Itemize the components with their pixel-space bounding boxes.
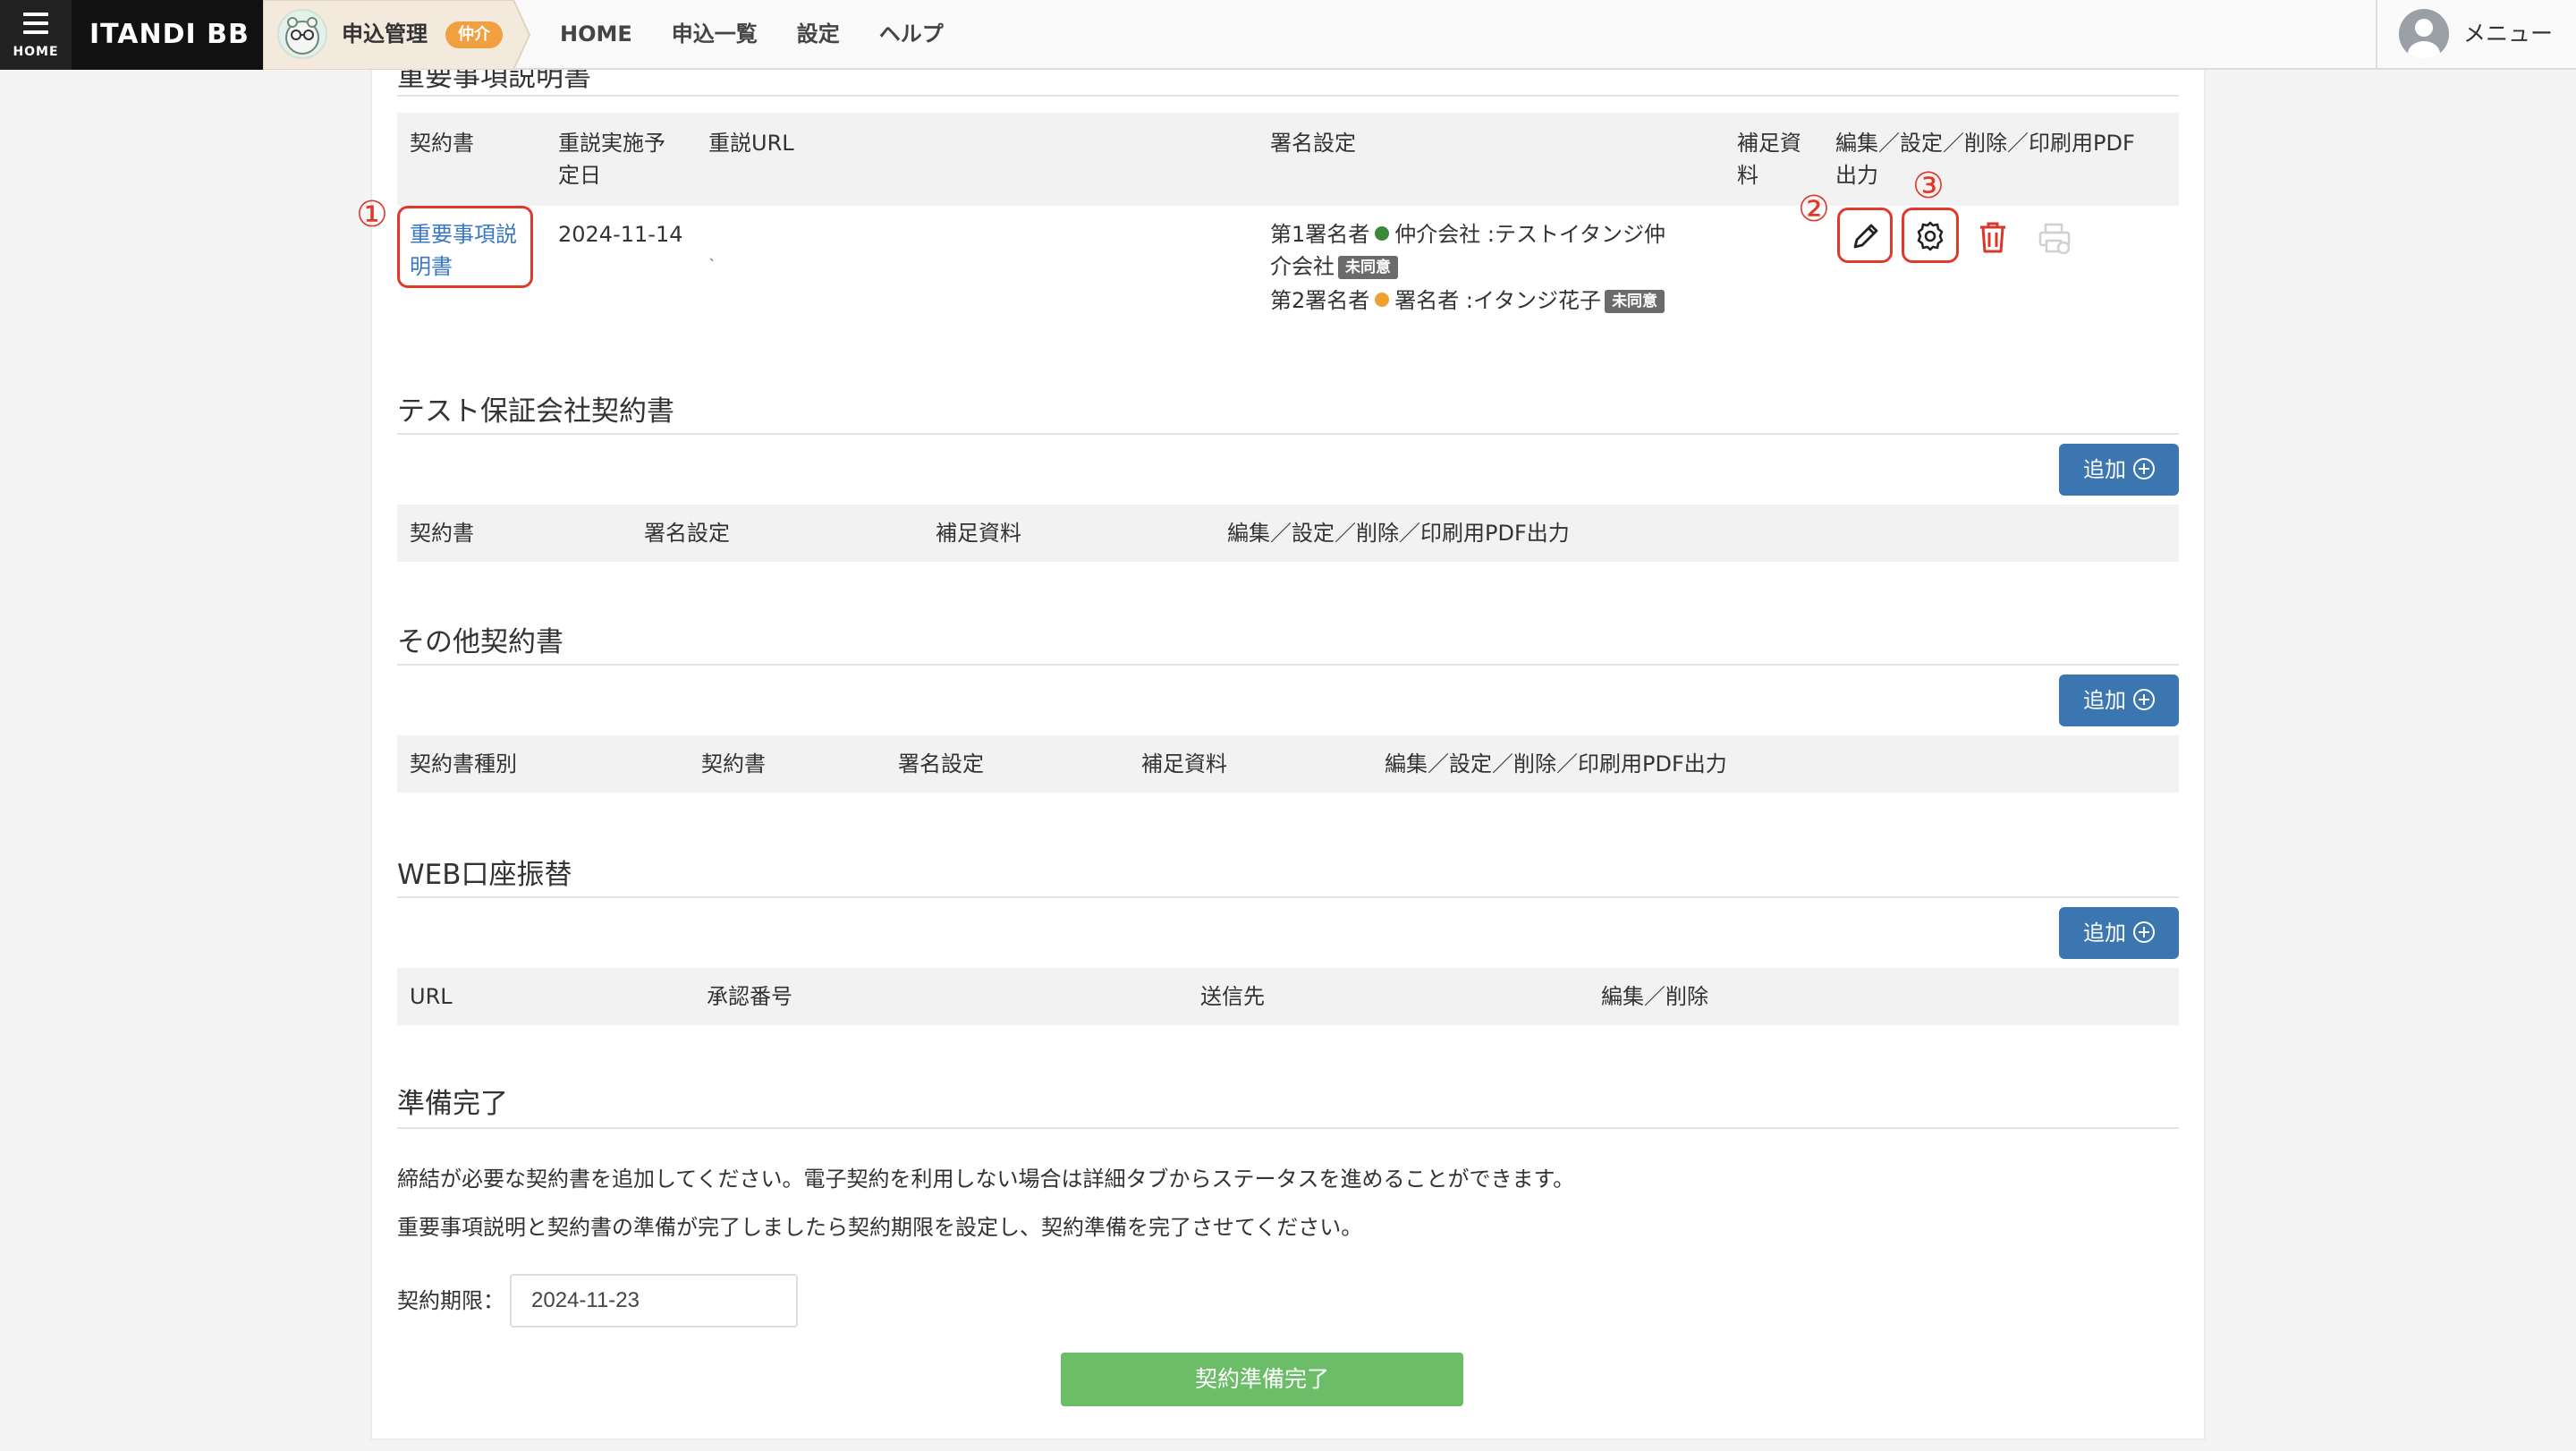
col-actions: 編集／設定／削除／印刷用PDF出力 [1227,521,1570,546]
col-explanation-date: 重説実施予 定日 [558,131,665,188]
app-mascot-icon [277,9,327,59]
other-table-header [397,735,2179,793]
signer-1: 第1署名者 仲介会社 :テストイタンジ仲 介会社 未同意 [1270,218,1717,283]
add-button-label: 追加 [2083,921,2126,946]
user-avatar-icon [2399,9,2449,59]
section-title-web-transfer: WEB口座振替 [397,859,572,891]
signer-1-prefix: 第1署名者 [1270,222,1370,247]
plus-circle-icon [2133,458,2155,479]
col-recipient: 送信先 [1200,984,1265,1009]
instruction-line-1: 締結が必要な契約書を追加してください。電子契約を利用しない場合は詳細タブからステ… [397,1167,1575,1192]
menu-label: メニュー [2463,21,2554,47]
nav-settings[interactable]: 設定 [797,0,840,70]
signer-1-status-dot [1375,226,1390,241]
marker-2: ② [1798,189,1830,230]
col-url: URL [410,984,453,1009]
section-divider [397,664,2179,666]
edit-pencil-icon[interactable] [1850,220,1882,256]
add-button-label: 追加 [2083,688,2126,713]
signer-2: 第2署名者 署名者 :イタンジ花子 未同意 [1270,284,1771,317]
add-other-button[interactable]: 追加 [2059,675,2179,726]
col-explanation-url: 重説URL [708,131,794,156]
app-breadcrumb[interactable]: 申込管理 仲介 [263,0,531,70]
home-label: HOME [13,45,59,59]
highlight-box-1 [397,206,533,288]
section-divider [397,1127,2179,1129]
plus-circle-icon [2133,921,2155,943]
signer-2-status-dot [1375,293,1390,307]
complete-preparation-button[interactable]: 契約準備完了 [1061,1353,1463,1406]
marker-3: ③ [1912,165,1945,207]
add-web-transfer-button[interactable]: 追加 [2059,907,2179,959]
delete-trash-icon[interactable] [1977,220,2009,258]
col-supplementary: 補足資料 [1141,751,1227,776]
brand-logo[interactable]: ITANDI BB [72,0,263,70]
add-guarantee-button[interactable]: 追加 [2059,444,2179,496]
explanation-date: 2024-11-14 [558,222,683,247]
signer-2-prefix: 第2署名者 [1270,288,1370,313]
section-divider [397,95,2179,97]
col-actions: 編集／削除 [1601,984,1708,1009]
col-contract-type: 契約書種別 [410,751,517,776]
deadline-label: 契約期限： [397,1288,504,1313]
col-supplementary: 補足資 料 [1737,131,1801,188]
hamburger-icon [23,13,48,39]
section-title-other: その他契約書 [397,626,564,658]
app-name: 申込管理 [342,21,428,47]
signer-1-role: 仲介会社 [1394,222,1481,247]
plus-circle-icon [2133,689,2155,710]
explanation-url[interactable]: ` [708,250,716,283]
col-signature-settings: 署名設定 [898,751,984,776]
section-divider [397,433,2179,435]
col-contract: 契約書 [701,751,766,776]
section-title-ready: 準備完了 [397,1088,508,1120]
col-signature-settings: 署名設定 [1270,131,1356,156]
add-button-label: 追加 [2083,457,2126,482]
marker-1: ① [356,194,388,235]
signer-1-status-tag: 未同意 [1338,256,1398,279]
web-table-header [397,968,2179,1025]
nav-home[interactable]: HOME [560,0,632,70]
col-approval-number: 承認番号 [707,984,792,1009]
nav-application-list[interactable]: 申込一覧 [672,0,758,70]
section-title-guarantee: テスト保証会社契約書 [397,395,674,428]
user-menu[interactable]: メニュー [2376,0,2576,70]
signer-2-status-tag: 未同意 [1605,290,1665,313]
app-role-badge: 仲介 [445,21,503,48]
settings-gear-icon[interactable] [1914,220,1946,256]
deadline-date-input[interactable]: 2024-11-23 [510,1274,798,1328]
main-nav: HOME 申込一覧 設定 ヘルプ [560,0,983,70]
col-contract: 契約書 [410,521,474,546]
top-bar: HOME ITANDI BB 申込管理 仲介 HOME 申込一覧 設定 ヘルプ [0,0,2576,70]
section-divider [397,896,2179,898]
print-pdf-icon[interactable] [2038,222,2072,258]
signer-2-name: :イタンジ花子 [1465,288,1602,313]
home-menu-button[interactable]: HOME [0,0,72,70]
nav-help[interactable]: ヘルプ [879,0,944,70]
col-contract: 契約書 [410,131,474,156]
col-actions: 編集／設定／削除／印刷用PDF出力 [1385,751,1727,776]
col-actions: 編集／設定／削除／印刷用PDF 出力 [1835,131,2135,188]
signer-2-role: 署名者 [1394,288,1460,313]
instruction-line-2: 重要事項説明と契約書の準備が完了しましたら契約期限を設定し、契約準備を完了させて… [397,1215,1363,1240]
col-supplementary: 補足資料 [936,521,1021,546]
col-signature-settings: 署名設定 [644,521,730,546]
